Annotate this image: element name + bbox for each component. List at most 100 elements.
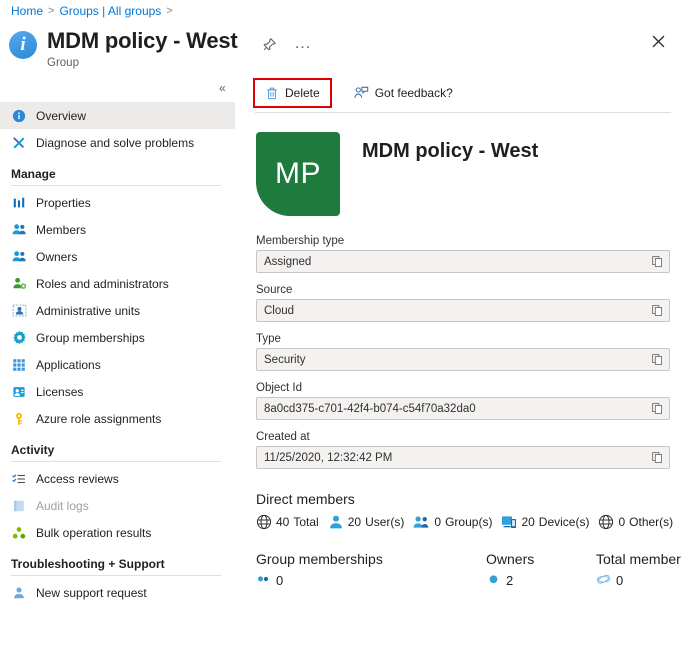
breadcrumb: Home > Groups | All groups >	[11, 3, 173, 19]
close-icon[interactable]	[647, 30, 669, 52]
collapse-panel-icon[interactable]: «	[219, 82, 226, 94]
sidebar-item-new-support-request[interactable]: New support request	[0, 579, 235, 606]
stat-label: Device(s)	[539, 515, 590, 529]
sidebar-item-label: Members	[36, 223, 86, 237]
stat-groups[interactable]: 0 Group(s)	[413, 514, 492, 530]
user-icon	[328, 514, 344, 530]
copy-icon[interactable]	[646, 447, 669, 468]
stat-users[interactable]: 20 User(s)	[328, 514, 405, 530]
group-name: MDM policy - West	[362, 140, 538, 163]
sidebar-item-label: Owners	[36, 250, 77, 264]
field-created-at: Created at 11/25/2020, 12:32:42 PM	[256, 431, 670, 469]
sidebar-item-label: Administrative units	[36, 304, 140, 318]
sidebar-item-label: Azure role assignments	[36, 412, 161, 426]
pin-icon[interactable]	[258, 33, 280, 55]
field-membership-type: Membership type Assigned	[256, 235, 670, 273]
breadcrumb-item-groups[interactable]: Groups | All groups	[59, 3, 161, 19]
direct-members-title: Direct members	[256, 491, 670, 507]
sidebar-item-label: Bulk operation results	[36, 526, 151, 540]
copy-icon[interactable]	[646, 251, 669, 272]
book-icon	[11, 498, 27, 514]
checklist-icon	[11, 471, 27, 487]
field-label: Type	[256, 333, 670, 345]
sidebar-item-members[interactable]: Members	[0, 216, 235, 243]
group-identity: MP MDM policy - West	[256, 132, 681, 216]
sidebar-item-applications[interactable]: Applications	[0, 351, 235, 378]
tile-stat: 0	[256, 573, 486, 588]
sidebar-item-overview[interactable]: Overview	[0, 102, 235, 129]
group-icon	[256, 574, 271, 588]
stat-label: Total	[293, 515, 318, 529]
azure-portal-blade: Home > Groups | All groups > i MDM polic…	[0, 0, 681, 663]
got-feedback-label: Got feedback?	[375, 86, 453, 100]
owners-people-icon	[11, 249, 27, 265]
sidebar-item-diagnose-and-solve-problems[interactable]: Diagnose and solve problems	[0, 129, 235, 156]
stat-total[interactable]: 40 Total	[256, 514, 319, 530]
device-icon	[501, 514, 517, 530]
info-circle-icon	[11, 108, 27, 124]
user-dot-icon	[486, 574, 501, 588]
sidebar-group-title-activity: Activity	[0, 432, 235, 461]
info-circle-icon: i	[9, 31, 37, 59]
sidebar-item-properties[interactable]: Properties	[0, 189, 235, 216]
ellipsis-label: ...	[295, 40, 311, 48]
stat-label: User(s)	[365, 515, 404, 529]
licenses-person-icon	[11, 384, 27, 400]
page-title: MDM policy - West	[47, 27, 238, 55]
field-label: Object Id	[256, 382, 670, 394]
breadcrumb-separator-icon: >	[48, 3, 54, 19]
sidebar-item-label: Group memberships	[36, 331, 145, 345]
tile-title: Owners	[486, 551, 596, 567]
field-label: Source	[256, 284, 670, 296]
sidebar-item-azure-role-assignments[interactable]: Azure role assignments	[0, 405, 235, 432]
gear-icon	[11, 330, 27, 346]
stat-count: 0	[618, 515, 625, 529]
stat-label: Group(s)	[445, 515, 492, 529]
sidebar-group-title-troubleshooting-support: Troubleshooting + Support	[0, 546, 235, 575]
tile-group-memberships[interactable]: Group memberships 0	[256, 551, 486, 588]
sidebar-item-access-reviews[interactable]: Access reviews	[0, 465, 235, 492]
stat-devices[interactable]: 20 Device(s)	[501, 514, 589, 530]
sidebar-item-administrative-units[interactable]: Administrative units	[0, 297, 235, 324]
sidebar-item-audit-logs: Audit logs	[0, 492, 235, 519]
got-feedback-button[interactable]: Got feedback?	[346, 80, 461, 106]
stat-others[interactable]: 0 Other(s)	[598, 514, 673, 530]
copy-icon[interactable]	[646, 398, 669, 419]
sidebar-item-licenses[interactable]: Licenses	[0, 378, 235, 405]
sidebar-item-group-memberships[interactable]: Group memberships	[0, 324, 235, 351]
direct-members-stats: 40 Total 20 User(s) 0 Group(s)	[256, 514, 670, 530]
tile-owners[interactable]: Owners 2	[486, 551, 596, 588]
field-source: Source Cloud	[256, 284, 670, 322]
ellipsis-icon[interactable]: ...	[292, 33, 314, 55]
sidebar-group-title-manage: Manage	[0, 156, 235, 185]
copy-icon[interactable]	[646, 300, 669, 321]
sidebar-item-bulk-operation-results[interactable]: Bulk operation results	[0, 519, 235, 546]
field-value: 8a0cd375-c701-42f4-b074-c54f70a32da0	[257, 403, 646, 415]
sidebar-item-label: Access reviews	[36, 472, 119, 486]
properties-list: Membership type Assigned Source Cloud	[256, 235, 670, 469]
tile-total-members[interactable]: Total members 0	[596, 551, 681, 588]
delete-label: Delete	[285, 86, 320, 100]
copy-icon[interactable]	[646, 349, 669, 370]
breadcrumb-item-home[interactable]: Home	[11, 3, 43, 19]
info-glyph: i	[20, 35, 25, 56]
delete-button[interactable]: Delete	[253, 78, 332, 108]
bulk-operations-icon	[11, 525, 27, 541]
field-value: 11/25/2020, 12:32:42 PM	[257, 452, 646, 464]
page-header-tools: ...	[258, 33, 314, 55]
field-value: Security	[257, 354, 646, 366]
field-box: Cloud	[256, 299, 670, 322]
support-person-icon	[11, 585, 27, 601]
sidebar-item-roles-and-administrators[interactable]: Roles and administrators	[0, 270, 235, 297]
main-content: Delete Got feedback?	[245, 76, 681, 663]
tile-title: Total members	[596, 551, 681, 567]
tile-title: Group memberships	[256, 551, 486, 567]
page-subtitle: Group	[47, 56, 238, 71]
command-bar-divider	[255, 112, 671, 113]
applications-grid-icon	[11, 357, 27, 373]
field-object-id: Object Id 8a0cd375-c701-42f4-b074-c54f70…	[256, 382, 670, 420]
sidebar-item-owners[interactable]: Owners	[0, 243, 235, 270]
tile-count: 0	[276, 573, 283, 588]
field-box: 11/25/2020, 12:32:42 PM	[256, 446, 670, 469]
globe-icon	[256, 514, 272, 530]
